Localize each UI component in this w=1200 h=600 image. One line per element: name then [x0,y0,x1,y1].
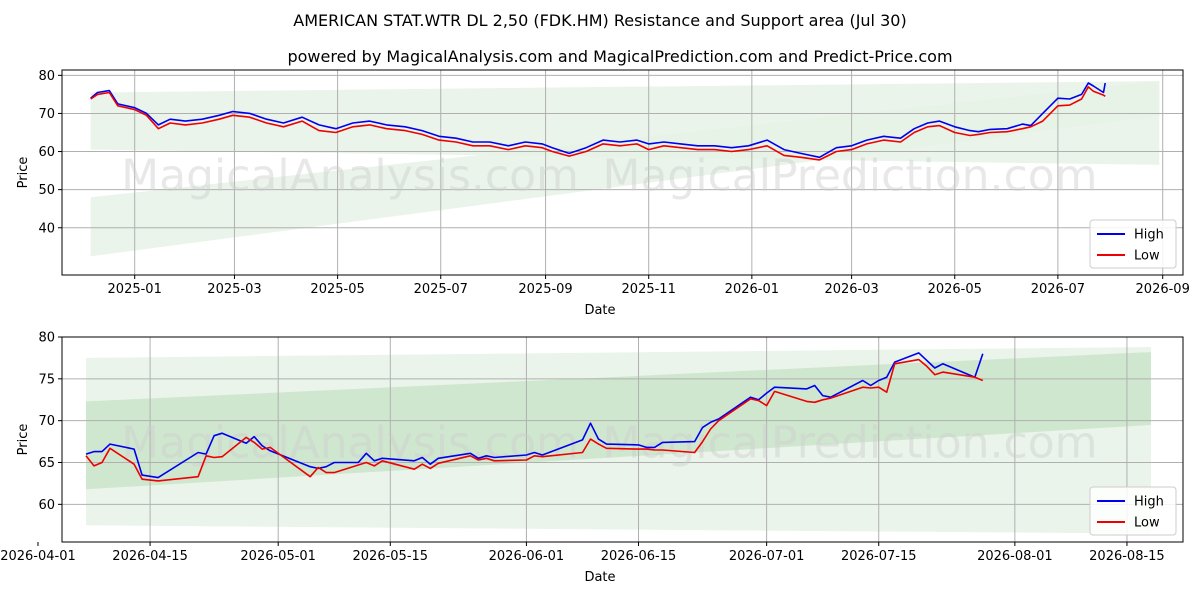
chart-title: AMERICAN STAT.WTR DL 2,50 (FDK.HM) Resis… [293,11,906,30]
y-axis-label: Price [16,424,31,456]
x-axis-label: Date [584,570,615,585]
chart-panel-2: MagicalAnalysis.com MagicalPrediction.com… [0,331,1184,585]
watermark-left: MagicalAnalysis.com [121,151,579,202]
x-tick-label: 2025-11 [622,282,676,297]
chart-panel-1: MagicalAnalysis.com MagicalPrediction.com… [16,69,1190,318]
x-tick-label: 2026-06-01 [489,549,565,564]
legend-label-high: High [1134,228,1164,243]
chart-figure: AMERICAN STAT.WTR DL 2,50 (FDK.HM) Resis… [0,0,1200,600]
y-tick-label: 80 [38,331,55,346]
x-tick-label: 2026-09 [1136,282,1190,297]
x-tick-label: 2026-01 [725,282,779,297]
legend-label-low: Low [1134,516,1160,531]
x-tick-label: 2026-07 [1031,282,1085,297]
x-tick-label: 2025-05 [310,282,364,297]
x-tick-label: 2026-08-15 [1089,549,1165,564]
x-tick-label: 2026-07-15 [841,549,917,564]
y-tick-label: 60 [38,498,55,513]
x-tick-label: 2026-03 [824,282,878,297]
x-tick-label: 2025-07 [414,282,468,297]
chart-canvas: AMERICAN STAT.WTR DL 2,50 (FDK.HM) Resis… [0,11,1190,585]
x-tick-label: 2025-03 [207,282,261,297]
x-tick-label: 2026-04-15 [112,549,188,564]
y-tick-label: 50 [38,183,55,198]
plot-area: MagicalAnalysis.com MagicalPrediction.com [62,337,1183,542]
chart-subtitle: powered by MagicalAnalysis.com and Magic… [287,47,952,66]
y-tick-label: 40 [38,221,55,236]
x-tick-label: 2026-05-15 [353,549,429,564]
x-tick-label: 2026-08-01 [977,549,1053,564]
x-tick-label: 2025-01 [108,282,162,297]
x-tick-label: 2026-05-01 [240,549,316,564]
watermark-right: MagicalPrediction.com [603,418,1098,469]
y-tick-label: 75 [38,372,55,387]
watermark-right: MagicalPrediction.com [603,151,1098,202]
legend-label-high: High [1134,495,1164,510]
x-tick-label: 2025-09 [518,282,572,297]
legend-label-low: Low [1134,249,1160,264]
x-tick-label: 2026-04-01 [0,549,76,564]
y-tick-label: 80 [38,69,55,84]
plot-area: MagicalAnalysis.com MagicalPrediction.com [62,70,1183,275]
x-tick-label: 2026-05 [928,282,982,297]
y-axis-label: Price [16,157,31,189]
x-tick-label: 2026-07-01 [729,549,805,564]
legend: High Low [1089,219,1177,269]
y-tick-label: 60 [38,145,55,160]
x-tick-label: 2026-06-15 [601,549,677,564]
legend: High Low [1089,486,1177,536]
y-tick-label: 70 [38,414,55,429]
y-tick-label: 65 [38,456,55,471]
x-axis-label: Date [584,303,615,318]
y-tick-label: 70 [38,107,55,122]
